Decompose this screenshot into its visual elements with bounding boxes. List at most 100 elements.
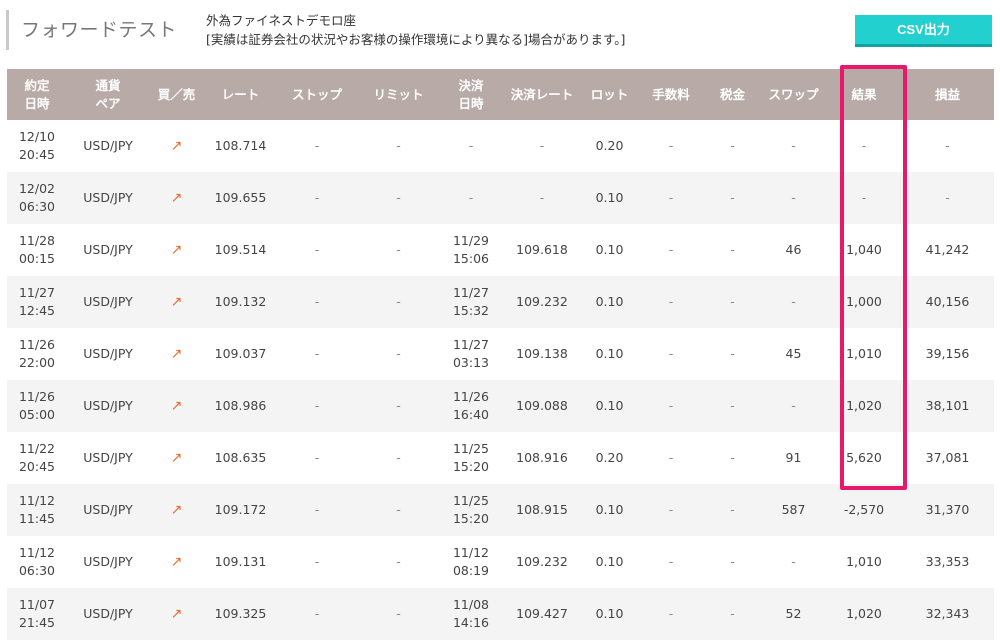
cell-lot: 0.10 — [582, 588, 637, 640]
cell-value: - — [791, 138, 796, 153]
cell-value: - — [314, 398, 320, 413]
cell-value: 109.037 — [214, 346, 267, 361]
cell-limit: - — [357, 276, 440, 328]
column-header: 税金 — [705, 69, 760, 120]
cell-value: 1,010 — [846, 554, 882, 569]
csv-export-button[interactable]: CSV出力 — [855, 15, 992, 47]
table-row: 11/26 05:00 USD/JPY ↗ 108.986 - - 11/26 16:40 109… — [7, 380, 994, 432]
cell-value: 109.232 — [516, 554, 568, 569]
cell-value: USD/JPY — [83, 346, 133, 361]
cell-value: 40,156 — [925, 294, 970, 309]
cell-swap: - — [760, 172, 827, 224]
cell-value: 11/29 — [452, 233, 490, 248]
cell-tax: - — [705, 172, 760, 224]
cell-trade-datetime: 11/28 00:15 — [7, 224, 67, 276]
cell-tax: - — [705, 432, 760, 484]
cell-limit: - — [357, 588, 440, 640]
cell-buy-sell-icon: ↗ — [149, 328, 204, 380]
cell-value: 31,370 — [925, 502, 970, 517]
cell-close-rate: 109.232 — [502, 536, 582, 588]
cell-close-rate: 109.427 — [502, 588, 582, 640]
cell-value: 0.10 — [595, 398, 624, 413]
account-note: 外為ファイネストデモロ座 [実績は証券会社の状況やお客様の操作環境により異なる]… — [206, 11, 625, 49]
cell-value: - — [539, 190, 545, 205]
cell-pnl: 33,353 — [901, 536, 994, 588]
cell-value: 05:00 — [18, 407, 56, 422]
buy-arrow-icon: ↗ — [170, 554, 183, 570]
table-row: 12/02 06:30 USD/JPY ↗ 109.655 - - - - 0.10 - - - - - — [7, 172, 994, 224]
cell-value: - — [730, 450, 735, 465]
cell-pnl: 32,343 — [901, 588, 994, 640]
cell-value: - — [791, 294, 796, 309]
cell-value: 108.714 — [214, 138, 267, 153]
cell-rate: 109.037 — [204, 328, 277, 380]
cell-value: -2,570 — [843, 502, 885, 517]
column-header-line1: 結果 — [851, 86, 877, 102]
cell-value: 37,081 — [925, 450, 970, 465]
table-row: 11/12 06:30 USD/JPY ↗ 109.131 - - 11/12 08:19 109… — [7, 536, 994, 588]
column-header-line1: 通貨 — [95, 77, 121, 93]
cell-currency-pair: USD/JPY — [67, 276, 149, 328]
cell-value: 11/27 — [452, 285, 490, 300]
column-header: スワップ — [760, 69, 827, 120]
cell-value: 108.916 — [516, 450, 568, 465]
cell-currency-pair: USD/JPY — [67, 484, 149, 536]
cell-value: 15:20 — [452, 459, 490, 474]
cell-lot: 0.10 — [582, 276, 637, 328]
cell-buy-sell-icon: ↗ — [149, 172, 204, 224]
cell-result: 1,010 — [827, 328, 901, 380]
cell-value: 11/27 — [452, 337, 490, 352]
cell-swap: - — [760, 380, 827, 432]
cell-value: - — [730, 554, 735, 569]
cell-lot: 0.10 — [582, 536, 637, 588]
cell-pnl: 37,081 — [901, 432, 994, 484]
cell-value: - — [396, 502, 401, 517]
cell-close-rate: 108.915 — [502, 484, 582, 536]
cell-close-datetime: 11/27 15:32 — [440, 276, 502, 328]
cell-close-rate: - — [502, 120, 582, 172]
cell-value: - — [314, 606, 320, 621]
cell-value: 11/12 — [18, 545, 56, 560]
cell-close-datetime: 11/27 03:13 — [440, 328, 502, 380]
cell-value: 5,620 — [846, 450, 882, 465]
cell-value: - — [730, 398, 735, 413]
cell-value: 11/12 — [452, 545, 490, 560]
column-header: 約定 日時 — [7, 69, 67, 120]
cell-fee: - — [637, 380, 705, 432]
cell-value: 11/26 — [18, 337, 56, 352]
cell-value: 11/12 — [18, 493, 56, 508]
cell-value: 33,353 — [925, 554, 970, 569]
column-header: 手数料 — [637, 69, 705, 120]
cell-value: - — [314, 190, 320, 205]
cell-trade-datetime: 11/07 21:45 — [7, 588, 67, 640]
cell-trade-datetime: 11/27 12:45 — [7, 276, 67, 328]
cell-value: - — [791, 554, 796, 569]
cell-value: - — [396, 138, 401, 153]
cell-tax: - — [705, 380, 760, 432]
cell-result: 1,040 — [827, 224, 901, 276]
cell-value: 15:32 — [452, 303, 490, 318]
cell-value: - — [668, 138, 674, 153]
cell-fee: - — [637, 224, 705, 276]
cell-pnl: 38,101 — [901, 380, 994, 432]
cell-trade-datetime: 11/12 06:30 — [7, 536, 67, 588]
buy-arrow-icon: ↗ — [170, 606, 183, 622]
cell-value: - — [396, 242, 401, 257]
column-header-line1: 買／売 — [157, 86, 196, 102]
page-title: フォワードテスト — [6, 10, 186, 50]
account-name: 外為ファイネストデモロ座 — [206, 13, 357, 28]
table-row: 11/07 21:45 USD/JPY ↗ 109.325 - - 11/08 14:16 109… — [7, 588, 994, 640]
cell-close-rate: 109.088 — [502, 380, 582, 432]
cell-value: 11/28 — [18, 233, 56, 248]
cell-value: - — [668, 190, 674, 205]
cell-lot: 0.10 — [582, 484, 637, 536]
cell-value: 11/08 — [452, 597, 490, 612]
cell-value: 587 — [781, 502, 806, 517]
cell-stop: - — [277, 588, 357, 640]
cell-lot: 0.10 — [582, 380, 637, 432]
cell-value: - — [314, 450, 320, 465]
cell-value: 0.10 — [595, 502, 624, 517]
cell-value: - — [468, 138, 474, 153]
cell-value: 0.20 — [595, 450, 624, 465]
cell-value: USD/JPY — [83, 554, 133, 569]
